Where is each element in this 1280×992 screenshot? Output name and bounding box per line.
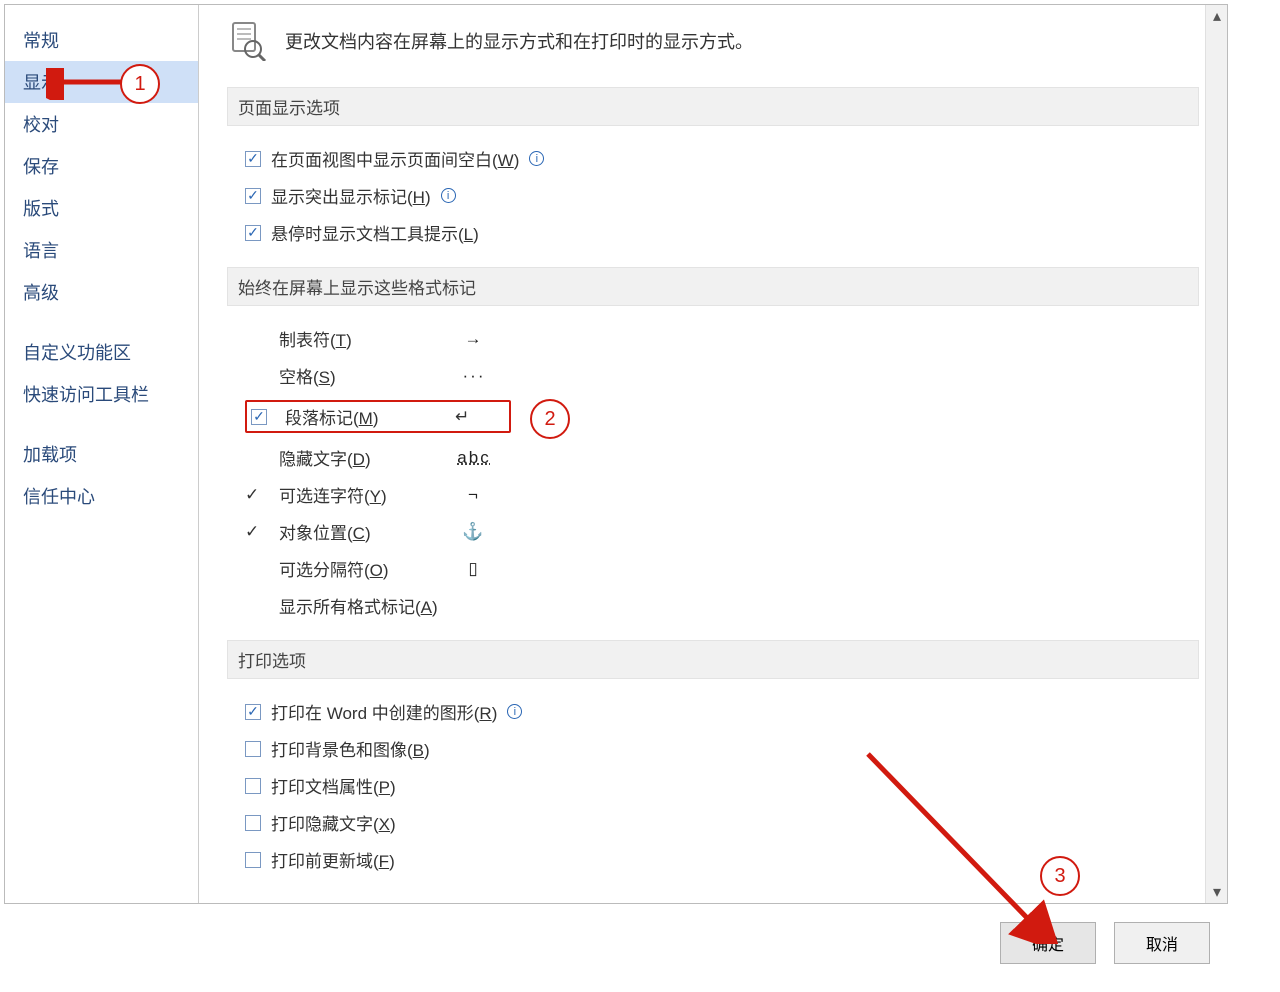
checkbox[interactable]: ✓ (245, 225, 261, 241)
display-options-icon (227, 21, 267, 61)
sidebar-item-4[interactable]: 版式 (5, 187, 198, 229)
page-display-option: ✓ 显示突出显示标记(H) i (245, 177, 1199, 214)
checkbox[interactable]: ✓ (245, 188, 261, 204)
sidebar-item-5[interactable]: 语言 (5, 229, 198, 271)
sidebar-item-6[interactable]: 高级 (5, 271, 198, 313)
format-mark-option: ✓ 可选连字符(Y) ¬ (245, 476, 1199, 513)
option-label: 显示突出显示标记(H) (271, 183, 431, 208)
format-mark-symbol: ··· (449, 366, 499, 386)
checkbox[interactable]: ✓ (251, 409, 267, 425)
option-label: 空格(S) (279, 363, 439, 388)
option-label: 打印在 Word 中创建的图形(R) (271, 699, 497, 724)
sidebar-item-2[interactable]: 校对 (5, 103, 198, 145)
sidebar-item-0[interactable]: 常规 (5, 19, 198, 61)
dialog-buttons: 确定 取消 (1000, 922, 1210, 964)
format-mark-symbol: → (449, 329, 499, 349)
sidebar-item-201[interactable]: 信任中心 (5, 475, 198, 517)
info-icon: i (507, 704, 522, 719)
print-option: ✓ 打印在 Word 中创建的图形(R) i (245, 693, 1199, 730)
sidebar-item-3[interactable]: 保存 (5, 145, 198, 187)
format-mark-option: 可选分隔符(O) ▯ (245, 550, 1199, 587)
option-label: 打印前更新域(F) (271, 847, 395, 872)
checkbox[interactable]: ✓ (245, 704, 261, 720)
vertical-scrollbar[interactable]: ▴ ▾ (1205, 5, 1227, 903)
checkbox[interactable]: ✓ (245, 485, 269, 505)
format-mark-option: 显示所有格式标记(A) (245, 587, 1199, 624)
print-option: 打印文档属性(P) (245, 767, 1199, 804)
format-mark-option: 空格(S) ··· (245, 357, 1199, 394)
option-label: 显示所有格式标记(A) (279, 593, 439, 618)
option-label: 制表符(T) (279, 326, 439, 351)
ok-button[interactable]: 确定 (1000, 922, 1096, 964)
sidebar-item-200[interactable]: 加载项 (5, 433, 198, 475)
header-description: 更改文档内容在屏幕上的显示方式和在打印时的显示方式。 (285, 28, 753, 54)
info-icon: i (441, 188, 456, 203)
cancel-button[interactable]: 取消 (1114, 922, 1210, 964)
section-print-options: 打印选项 (227, 640, 1199, 679)
option-label: 打印背景色和图像(B) (271, 736, 430, 761)
format-mark-option: ✓ 对象位置(C) ⚓ (245, 513, 1199, 550)
option-label: 打印隐藏文字(X) (271, 810, 396, 835)
format-mark-symbol: abc (449, 448, 499, 468)
checkbox[interactable] (245, 741, 261, 757)
options-dialog: 常规显示校对保存版式语言高级自定义功能区快速访问工具栏加载项信任中心 ▴ ▾ 更… (4, 4, 1228, 904)
scroll-up-icon[interactable]: ▴ (1206, 5, 1227, 27)
sidebar-item-101[interactable]: 快速访问工具栏 (5, 373, 198, 415)
sidebar: 常规显示校对保存版式语言高级自定义功能区快速访问工具栏加载项信任中心 (5, 5, 199, 903)
checkbox[interactable]: ✓ (245, 522, 269, 542)
format-mark-option: 隐藏文字(D) abc (245, 439, 1199, 476)
section-format-marks: 始终在屏幕上显示这些格式标记 (227, 267, 1199, 306)
callout-2: 2 (530, 399, 570, 439)
checkbox[interactable] (245, 778, 261, 794)
sidebar-item-100[interactable]: 自定义功能区 (5, 331, 198, 373)
option-label: 悬停时显示文档工具提示(L) (271, 220, 479, 245)
option-label: 可选连字符(Y) (279, 482, 439, 507)
option-label: 打印文档属性(P) (271, 773, 396, 798)
print-option: 打印背景色和图像(B) (245, 730, 1199, 767)
page-display-option: ✓ 悬停时显示文档工具提示(L) (245, 214, 1199, 251)
sidebar-item-1[interactable]: 显示 (5, 61, 198, 103)
format-mark-option: ✓ 段落标记(M) ↵ (245, 394, 1199, 439)
option-label: 在页面视图中显示页面间空白(W) (271, 146, 519, 171)
callout-1: 1 (120, 64, 160, 104)
print-option: 打印隐藏文字(X) (245, 804, 1199, 841)
info-icon: i (529, 151, 544, 166)
callout-3: 3 (1040, 856, 1080, 896)
checkbox[interactable]: ✓ (245, 151, 261, 167)
format-mark-symbol: ¬ (449, 485, 499, 505)
checkbox[interactable] (245, 852, 261, 868)
section-page-display: 页面显示选项 (227, 87, 1199, 126)
format-mark-symbol: ▯ (449, 559, 499, 579)
format-mark-symbol: ⚓ (449, 522, 499, 542)
option-label: 段落标记(M) (285, 404, 445, 429)
format-mark-option: 制表符(T) → (245, 320, 1199, 357)
scroll-down-icon[interactable]: ▾ (1206, 881, 1227, 903)
checkbox[interactable] (245, 815, 261, 831)
option-label: 对象位置(C) (279, 519, 439, 544)
format-mark-symbol: ↵ (455, 407, 505, 427)
page-display-option: ✓ 在页面视图中显示页面间空白(W) i (245, 140, 1199, 177)
content-pane: ▴ ▾ 更改文档内容在屏幕上的显示方式和在打印时的显示方式。 页面显示选项 ✓ 在… (199, 5, 1227, 903)
option-label: 隐藏文字(D) (279, 445, 439, 470)
option-label: 可选分隔符(O) (279, 556, 439, 581)
